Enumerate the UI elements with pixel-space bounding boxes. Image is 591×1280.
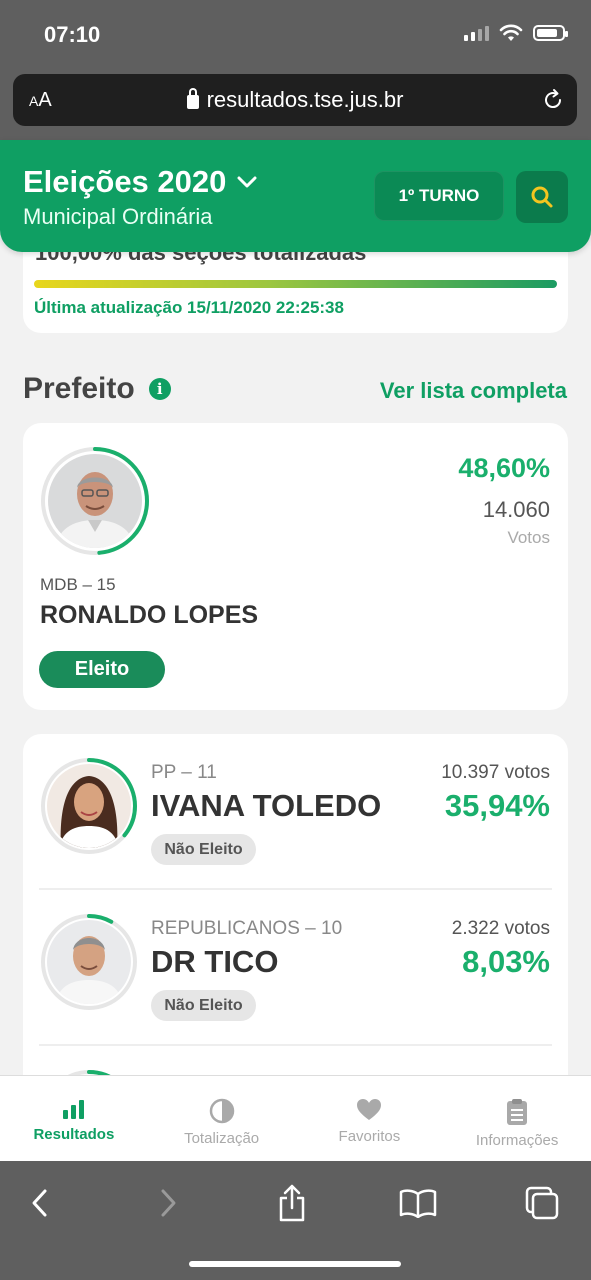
- candidate-name: IVANA TOLEDO: [151, 788, 382, 823]
- turno-button[interactable]: 1º TURNO: [374, 171, 504, 221]
- bottom-tab-bar: Resultados Totalização Favoritos Informa…: [0, 1075, 591, 1161]
- home-indicator: [189, 1261, 401, 1267]
- elected-badge: Eleito: [39, 651, 165, 688]
- pie-chart-icon: [209, 1098, 234, 1124]
- clipboard-icon: [507, 1099, 528, 1125]
- reload-icon[interactable]: [541, 88, 565, 112]
- candidate-votes: 2.322 votos: [451, 918, 550, 939]
- totalization-progress-bar: [34, 280, 557, 288]
- bookmarks-button[interactable]: [398, 1183, 438, 1223]
- tab-label: Resultados: [33, 1126, 115, 1143]
- bar-chart-icon: [62, 1100, 84, 1119]
- candidate-name: DR TICO: [151, 944, 279, 979]
- candidate-party: PP – 11: [151, 762, 217, 783]
- tabs-icon: [525, 1186, 559, 1220]
- share-button[interactable]: [272, 1183, 312, 1223]
- chevron-down-icon: [237, 176, 257, 188]
- candidate-avatar: [39, 912, 139, 1012]
- url-text: resultados.tse.jus.br: [206, 87, 404, 112]
- browser-chrome-top: 07:10 AA resultados.tse.jus.br: [0, 0, 591, 140]
- candidate-party: REPUBLICANOS – 10: [151, 918, 343, 939]
- tab-totalizacao[interactable]: Totalização: [148, 1076, 296, 1161]
- section-title: Prefeito i: [23, 372, 171, 406]
- wifi-icon: [499, 24, 523, 41]
- battery-icon: [533, 25, 568, 41]
- candidate-percent: 8,03%: [462, 944, 550, 979]
- election-selector[interactable]: Eleições 2020: [23, 164, 258, 200]
- candidate-percent: 35,94%: [444, 788, 550, 823]
- candidate-photo: [47, 920, 131, 1004]
- url-field[interactable]: resultados.tse.jus.br: [186, 87, 404, 113]
- last-update-text: Última atualização 15/11/2020 22:25:38: [34, 298, 344, 317]
- candidate-avatar: [39, 756, 139, 856]
- lock-icon: [186, 88, 199, 109]
- heart-icon: [357, 1099, 382, 1120]
- text-size-button[interactable]: AA: [29, 89, 52, 112]
- election-subtitle: Municipal Ordinária: [23, 204, 213, 229]
- search-icon: [531, 186, 553, 208]
- candidate-row[interactable]: PP – 11 IVANA TOLEDO 10.397 votos 35,94%…: [23, 734, 568, 890]
- winner-votes-label: Votos: [507, 528, 550, 547]
- candidate-photo: [47, 764, 131, 848]
- not-elected-badge: Não Eleito: [151, 834, 256, 865]
- winner-card[interactable]: 48,60% 14.060 Votos MDB – 15 RONALDO LOP…: [23, 423, 568, 710]
- tab-informacoes[interactable]: Informações: [443, 1076, 591, 1161]
- book-icon: [399, 1189, 437, 1218]
- share-icon: [279, 1184, 305, 1222]
- tab-label: Totalização: [184, 1130, 260, 1147]
- tab-label: Informações: [475, 1132, 559, 1149]
- chevron-right-icon: [161, 1189, 176, 1217]
- candidate-row[interactable]: REPUBLICANOS – 10 DR TICO 2.322 votos 8,…: [23, 890, 568, 1046]
- status-time: 07:10: [44, 22, 101, 47]
- office-title: Prefeito: [23, 372, 135, 405]
- tabs-button[interactable]: [522, 1183, 562, 1223]
- cellular-signal-icon: [464, 25, 489, 41]
- candidate-votes: 10.397 votos: [441, 762, 550, 783]
- candidates-list-card: PP – 11 IVANA TOLEDO 10.397 votos 35,94%…: [23, 734, 568, 1134]
- search-button[interactable]: [516, 171, 568, 223]
- winner-party: MDB – 15: [40, 575, 116, 594]
- candidate-avatar: [39, 445, 151, 557]
- winner-name: RONALDO LOPES: [40, 601, 259, 629]
- url-bar[interactable]: AA resultados.tse.jus.br: [13, 74, 577, 126]
- status-icons: [464, 24, 568, 42]
- winner-percent: 48,60%: [458, 453, 550, 483]
- candidate-photo: [48, 454, 142, 548]
- chevron-left-icon: [32, 1189, 47, 1217]
- see-full-list-link[interactable]: Ver lista completa: [380, 378, 567, 404]
- not-elected-badge: Não Eleito: [151, 990, 256, 1021]
- winner-votes: 14.060: [482, 497, 550, 522]
- info-icon[interactable]: i: [148, 378, 171, 400]
- tab-label: Favoritos: [338, 1128, 401, 1145]
- election-title: Eleições 2020: [23, 164, 227, 199]
- tab-favoritos[interactable]: Favoritos: [296, 1076, 444, 1161]
- tab-resultados[interactable]: Resultados: [0, 1076, 148, 1161]
- back-button[interactable]: [20, 1183, 60, 1223]
- forward-button[interactable]: [148, 1183, 188, 1223]
- app-header: Eleições 2020 Municipal Ordinária 1º TUR…: [0, 140, 591, 252]
